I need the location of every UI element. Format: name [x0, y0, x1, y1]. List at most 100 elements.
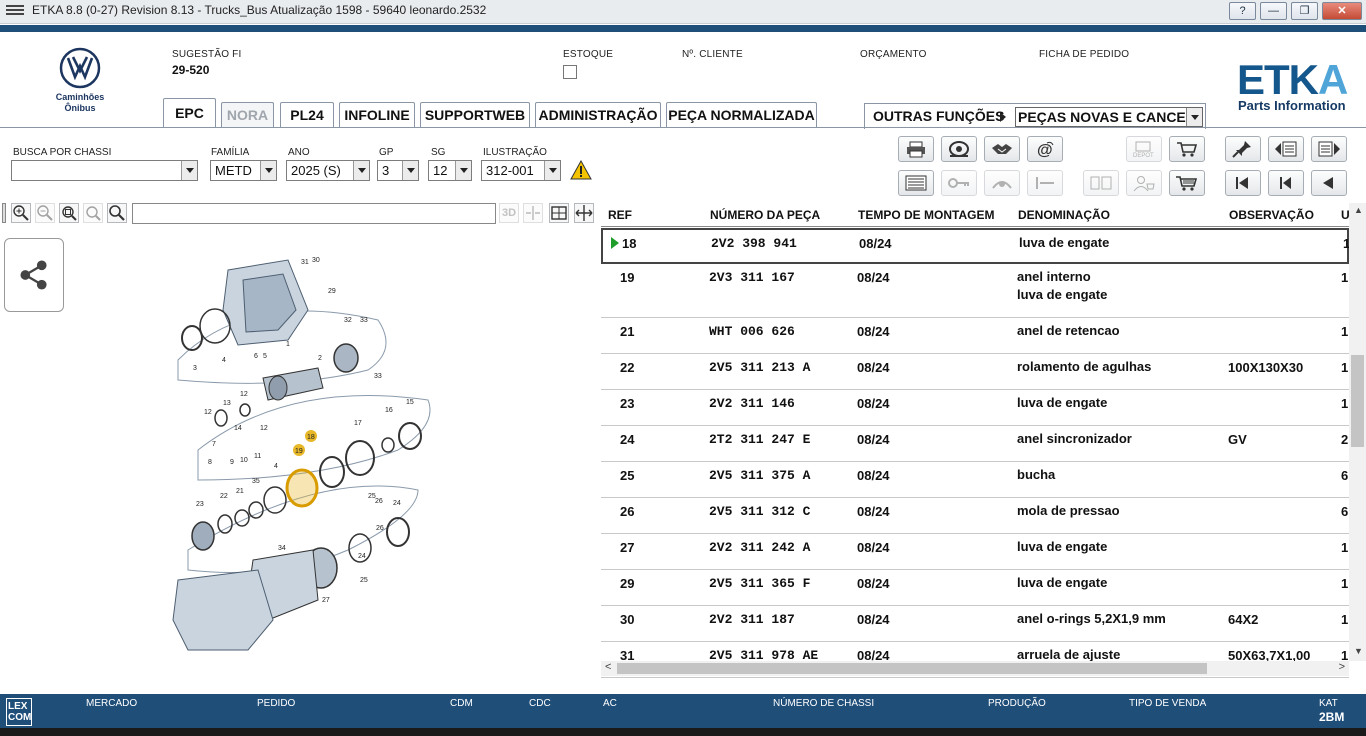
email-button[interactable]: @	[1027, 136, 1063, 162]
table-row[interactable]: 21 WHT 006 626 08/24 anel de retencao 1	[601, 318, 1349, 354]
minimize-button[interactable]: —	[1260, 2, 1287, 20]
tab-supportweb[interactable]: SUPPORTWEB	[420, 102, 530, 128]
title-bar: ETKA 8.8 (0-27) Revision 8.13 - Trucks_B…	[0, 0, 1366, 24]
tab-underline	[0, 127, 1366, 128]
back-button[interactable]	[1311, 170, 1347, 196]
col-part-number[interactable]: NÚMERO DA PEÇA	[710, 208, 820, 222]
hscroll-thumb[interactable]	[617, 663, 1207, 674]
user-cart-button[interactable]	[1126, 170, 1162, 196]
chassi-input[interactable]	[11, 160, 198, 181]
etka-window: { "window": { "title": "ETKA 8.8 (0-27) …	[0, 0, 1366, 736]
close-button[interactable]: ✕	[1322, 2, 1362, 20]
vertical-scrollbar[interactable]: ▲ ▼	[1349, 203, 1366, 661]
table-row[interactable]: 24 2T2 311 247 E 08/24 anel sincronizador GV…	[601, 426, 1349, 462]
cart-transfer-button[interactable]	[1169, 136, 1205, 162]
view-3d-button[interactable]: 3D	[499, 203, 519, 223]
at-sign-icon: @	[1037, 141, 1054, 158]
sg-select[interactable]: 12	[428, 160, 472, 181]
cell-denomination: luva de engate	[1019, 235, 1110, 250]
jump-end-button[interactable]	[1027, 170, 1063, 196]
help-button[interactable]: ?	[1229, 2, 1256, 20]
parts-catalog-button[interactable]	[941, 136, 977, 162]
restore-button[interactable]: ❐	[1291, 2, 1318, 20]
tab-administracao[interactable]: ADMINISTRAÇÃO	[535, 102, 661, 128]
cell-denomination: anel interno luva de engate	[1017, 269, 1108, 302]
table-row[interactable]: 19 2V3 311 167 08/24 anel interno luva de en…	[601, 264, 1349, 318]
layout-button[interactable]	[549, 203, 569, 223]
zoom-out-button[interactable]	[35, 203, 55, 223]
outras-funcoes-menu[interactable]: OUTRAS FUNÇÕES PEÇAS NOVAS E CANCEL.	[864, 103, 1206, 129]
tab-infoline[interactable]: INFOLINE	[339, 102, 415, 128]
tab-pl24[interactable]: PL24	[280, 102, 334, 128]
tab-peca-normalizada[interactable]: PEÇA NORMALIZADA	[666, 102, 817, 128]
cell-ref: 19	[620, 270, 635, 285]
table-row[interactable]: 29 2V5 311 365 F 08/24 luva de engate 1	[601, 570, 1349, 606]
system-menu-icon[interactable]	[6, 3, 24, 17]
table-row[interactable]: 25 2V5 311 375 A 08/24 bucha 6	[601, 462, 1349, 498]
list-button[interactable]	[898, 170, 934, 196]
chevron-down-icon[interactable]	[402, 161, 418, 180]
table-row[interactable]: 27 2V2 311 242 A 08/24 luva de engate 1	[601, 534, 1349, 570]
svg-text:10: 10	[240, 457, 248, 464]
first-button[interactable]	[1225, 170, 1261, 196]
play-left-icon	[1323, 177, 1333, 189]
cell-part-number: 2V2 311 146	[709, 396, 795, 411]
table-row[interactable]: 18 2V2 398 941 08/24 luva de engate 1	[601, 228, 1350, 264]
drag-handle[interactable]	[2, 203, 6, 223]
next-page-button[interactable]	[1311, 136, 1347, 162]
zoom-area-button[interactable]	[83, 203, 103, 223]
zoom-in-icon	[13, 205, 29, 221]
estoque-checkbox[interactable]	[563, 65, 577, 79]
scroll-left-icon[interactable]: <	[605, 661, 611, 673]
scroll-right-icon[interactable]: >	[1339, 661, 1345, 673]
exploded-parts-diagram[interactable]: 31 3029 32 3333 1234 6 51213 1278 9 101114 12…	[168, 250, 438, 660]
familia-select[interactable]: METD	[210, 160, 277, 181]
ano-select[interactable]: 2025 (S)	[286, 160, 370, 181]
prev-button[interactable]	[1268, 170, 1304, 196]
search-button[interactable]	[107, 203, 127, 223]
chevron-down-icon[interactable]	[544, 161, 560, 180]
col-denomination[interactable]: DENOMINAÇÃO	[1018, 208, 1110, 222]
print-button[interactable]	[898, 136, 934, 162]
table-row[interactable]: 23 2V2 311 146 08/24 luva de engate 1	[601, 390, 1349, 426]
handshake-button[interactable]	[984, 136, 1020, 162]
col-observation[interactable]: OBSERVAÇÃO	[1229, 208, 1314, 222]
compare-button[interactable]	[1083, 170, 1119, 196]
pin-button[interactable]	[1225, 136, 1261, 162]
table-row[interactable]: 26 2V5 311 312 C 08/24 mola de pressao 6	[601, 498, 1349, 534]
image-search-input[interactable]	[132, 203, 496, 224]
zoom-fit-button[interactable]	[59, 203, 79, 223]
tab-nora[interactable]: NORA	[221, 102, 274, 128]
table-row[interactable]: 30 2V2 311 187 08/24 anel o-rings 5,2X1,9 m…	[601, 606, 1349, 642]
warning-icon[interactable]	[570, 160, 592, 180]
depot-button[interactable]: DEPOT	[1126, 136, 1162, 162]
svg-text:12: 12	[240, 391, 248, 398]
chevron-down-icon[interactable]	[260, 161, 276, 180]
split-vertical-button[interactable]	[523, 203, 543, 223]
scroll-thumb[interactable]	[1351, 355, 1364, 447]
shopping-cart-button[interactable]	[1169, 170, 1205, 196]
prev-page-button[interactable]	[1268, 136, 1304, 162]
resize-panel-button[interactable]	[574, 203, 594, 223]
chevron-down-icon[interactable]	[455, 161, 471, 180]
chevron-down-icon[interactable]	[1186, 108, 1202, 126]
gp-select[interactable]: 3	[377, 160, 419, 181]
col-ref[interactable]: REF	[608, 208, 632, 222]
col-assembly-time[interactable]: TEMPO DE MONTAGEM	[858, 208, 994, 222]
table-row[interactable]: 22 2V5 311 213 A 08/24 rolamento de agulhas…	[601, 354, 1349, 390]
scroll-up-icon[interactable]: ▲	[1354, 205, 1363, 215]
cell-part-number: 2V2 311 187	[709, 612, 795, 627]
tab-epc[interactable]: EPC	[163, 98, 216, 128]
chevron-down-icon[interactable]	[353, 161, 369, 180]
tools-button[interactable]	[984, 170, 1020, 196]
outras-funcoes-select[interactable]: PEÇAS NOVAS E CANCEL.	[1015, 107, 1203, 127]
horizontal-scrollbar[interactable]: < >	[601, 661, 1349, 676]
chevron-down-icon[interactable]	[181, 161, 197, 180]
cell-denomination: bucha	[1017, 467, 1056, 482]
zoom-in-button[interactable]	[11, 203, 31, 223]
share-button[interactable]	[4, 238, 64, 312]
ilustracao-select[interactable]: 312-001	[481, 160, 561, 181]
svg-text:26: 26	[376, 525, 384, 532]
scroll-down-icon[interactable]: ▼	[1354, 646, 1363, 656]
key-button[interactable]	[941, 170, 977, 196]
